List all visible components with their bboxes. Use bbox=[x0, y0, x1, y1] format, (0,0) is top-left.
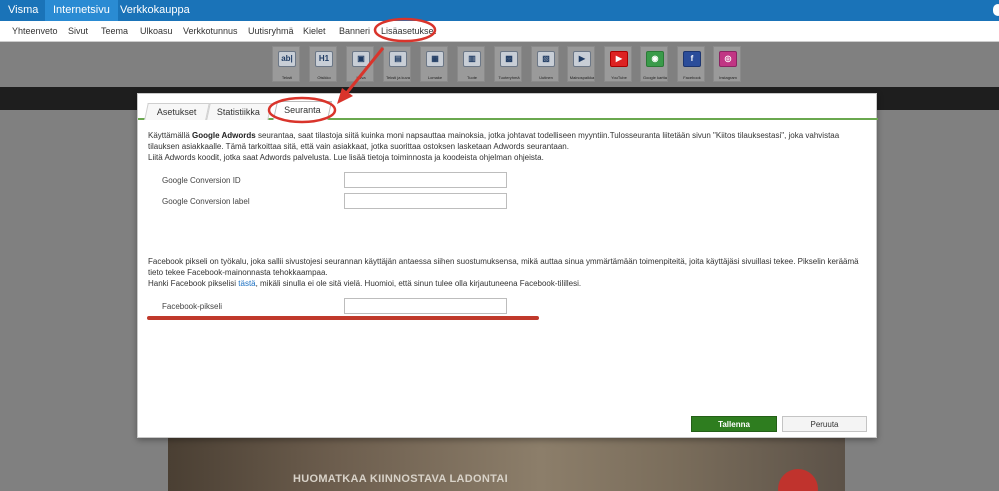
widget-label: Mainospaikka bbox=[569, 75, 595, 80]
tab-seuranta[interactable]: Seuranta bbox=[272, 101, 333, 120]
ad-slot-widget-icon: ▶ bbox=[573, 51, 591, 67]
widget-label: Tuote bbox=[466, 75, 478, 80]
text-image-widget-icon: ▤ bbox=[389, 51, 407, 67]
widget-label: Uutinen bbox=[539, 75, 553, 80]
red-badge bbox=[778, 469, 818, 491]
tab-label: Asetukset bbox=[157, 107, 197, 117]
save-button[interactable]: Tallenna bbox=[691, 416, 777, 432]
widget-label: Teksti bbox=[281, 75, 293, 80]
google-conversion-id-input[interactable] bbox=[344, 172, 507, 188]
heading-widget-icon: H1 bbox=[315, 51, 333, 67]
adwords-intro: Käyttämällä Google Adwords seurantaa, sa… bbox=[148, 130, 860, 152]
widget-otsikko[interactable]: H1 Otsikko bbox=[309, 46, 337, 82]
google-conversion-id-label: Google Conversion ID bbox=[162, 176, 241, 185]
widget-mainospaikka[interactable]: ▶ Mainospaikka bbox=[567, 46, 595, 82]
facebook-pixel-intro: Facebook pikseli on työkalu, joka sallii… bbox=[148, 257, 859, 277]
news-widget-icon: ▧ bbox=[537, 51, 555, 67]
sub-navigation: Yhteenveto Sivut Teema Ulkoasu Verkkotun… bbox=[0, 21, 999, 42]
top-tab-internetsivu[interactable]: Internetsivu bbox=[45, 0, 118, 21]
product-group-widget-icon: ▩ bbox=[500, 51, 518, 67]
top-app-bar: Visma Internetsivu Verkkokauppa bbox=[0, 0, 999, 21]
brand-visma[interactable]: Visma bbox=[0, 0, 46, 21]
tab-statistiikka[interactable]: Statistiikka bbox=[206, 103, 272, 120]
widget-label: YouTube bbox=[611, 75, 627, 80]
google-conversion-label-input[interactable] bbox=[344, 193, 507, 209]
widget-instagram[interactable]: ◎ Instagram bbox=[713, 46, 741, 82]
widget-uutinen[interactable]: ▧ Uutinen bbox=[531, 46, 559, 82]
widget-youtube[interactable]: ▶ YouTube bbox=[604, 46, 632, 82]
youtube-icon: ▶ bbox=[610, 51, 628, 67]
widget-label: Teksti ja kuva bbox=[385, 75, 410, 80]
facebook-instructions-pre: Hanki Facebook pikselisi bbox=[148, 279, 239, 288]
nav-item-yhteenveto[interactable]: Yhteenveto bbox=[12, 21, 58, 42]
text-widget-icon: ab| bbox=[278, 51, 296, 67]
widget-label: Lomake bbox=[427, 75, 443, 80]
adwords-instructions: Liitä Adwords koodit, jotka saat Adwords… bbox=[148, 153, 544, 162]
facebook-instructions-post: , mikäli sinulla ei ole sitä vielä. Huom… bbox=[255, 279, 582, 288]
widget-teksti[interactable]: ab| Teksti bbox=[272, 46, 300, 82]
widget-google-kartta[interactable]: ◉ Google kartta bbox=[640, 46, 668, 82]
nav-item-kielet[interactable]: Kielet bbox=[303, 21, 326, 42]
facebook-pixel-label: Facebook-pikseli bbox=[162, 302, 223, 311]
widget-label: Kuva bbox=[356, 75, 366, 80]
form-widget-icon: ▦ bbox=[426, 51, 444, 67]
facebook-icon: f bbox=[683, 51, 701, 67]
image-widget-icon: ▣ bbox=[352, 51, 370, 67]
widget-label: Google kartta bbox=[642, 75, 667, 80]
tab-label: Statistiikka bbox=[217, 107, 261, 117]
nav-item-uutisryhma[interactable]: Uutisryhmä bbox=[248, 21, 294, 42]
nav-item-ulkoasu[interactable]: Ulkoasu bbox=[140, 21, 173, 42]
facebook-pixel-input[interactable] bbox=[344, 298, 507, 314]
nav-item-lisaasetukset[interactable]: Lisäasetukset bbox=[381, 21, 436, 42]
widget-tuote[interactable]: ▥ Tuote bbox=[457, 46, 485, 82]
nav-item-teema[interactable]: Teema bbox=[101, 21, 128, 42]
adwords-intro-pre: Käyttämällä bbox=[148, 131, 193, 140]
instagram-icon: ◎ bbox=[719, 51, 737, 67]
nav-item-verkkotunnus[interactable]: Verkkotunnus bbox=[183, 21, 238, 42]
banner-title: HUOMATKAA KIINNOSTAVA LADONTAI bbox=[293, 473, 508, 485]
tab-asetukset[interactable]: Asetukset bbox=[144, 103, 210, 120]
widget-toolbar: ab| Teksti H1 Otsikko ▣ Kuva ▤ Teksti ja… bbox=[0, 42, 999, 87]
product-widget-icon: ▥ bbox=[463, 51, 481, 67]
widget-kuva[interactable]: ▣ Kuva bbox=[346, 46, 374, 82]
page-banner-image: HUOMATKAA KIINNOSTAVA LADONTAI bbox=[168, 437, 845, 491]
nav-item-banneri[interactable]: Banneri bbox=[339, 21, 370, 42]
widget-teksti-ja-kuva[interactable]: ▤ Teksti ja kuva bbox=[383, 46, 411, 82]
widget-lomake[interactable]: ▦ Lomake bbox=[420, 46, 448, 82]
facebook-pixel-instructions: Hanki Facebook pikselisi tästä, mikäli s… bbox=[148, 278, 860, 289]
widget-label: Instagram bbox=[719, 75, 737, 80]
cancel-button[interactable]: Peruuta bbox=[782, 416, 867, 432]
user-icon[interactable] bbox=[993, 4, 999, 16]
settings-dialog: Asetukset Statistiikka Seuranta Käyttämä… bbox=[137, 93, 878, 438]
adwords-intro-bold: Google Adwords bbox=[192, 131, 256, 140]
facebook-pixel-link[interactable]: tästä bbox=[238, 279, 255, 288]
widget-label: Tuoteryhmä bbox=[498, 75, 520, 80]
tab-label: Seuranta bbox=[284, 105, 321, 115]
widget-tuoteryhma[interactable]: ▩ Tuoteryhmä bbox=[494, 46, 522, 82]
nav-item-sivut[interactable]: Sivut bbox=[68, 21, 88, 42]
google-conversion-label-label: Google Conversion label bbox=[162, 197, 250, 206]
dialog-tab-strip: Asetukset Statistiikka Seuranta bbox=[138, 94, 878, 120]
widget-label: Otsikko bbox=[317, 75, 331, 80]
widget-facebook[interactable]: f Facebook bbox=[677, 46, 705, 82]
widget-label: Facebook bbox=[683, 75, 701, 80]
top-tab-verkkokauppa[interactable]: Verkkokauppa bbox=[112, 0, 198, 21]
map-pin-icon: ◉ bbox=[646, 51, 664, 67]
